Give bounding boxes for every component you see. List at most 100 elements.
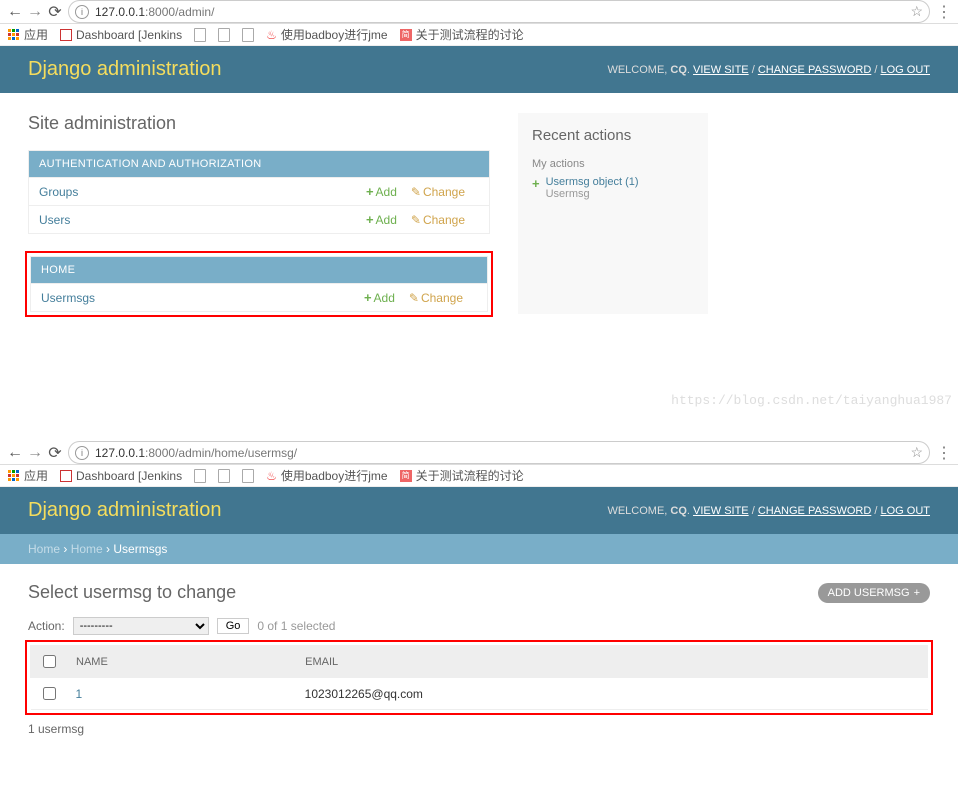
file-icon	[242, 28, 254, 42]
plus-icon: +	[914, 587, 920, 599]
row-checkbox[interactable]	[43, 687, 56, 700]
badboy-bookmark[interactable]: ♨使用badboy进行jme	[266, 467, 387, 484]
discuss-bookmark[interactable]: 简关于测试流程的讨论	[400, 26, 524, 43]
browser-menu-icon[interactable]: ⋮	[936, 2, 950, 22]
doc-icon: 简	[400, 29, 412, 41]
bookmarks-bar: 应用 Dashboard [Jenkins ♨使用badboy进行jme 简关于…	[0, 465, 958, 487]
logout-link[interactable]: LOG OUT	[880, 64, 930, 76]
dashboard-bookmark[interactable]: Dashboard [Jenkins	[60, 469, 182, 483]
col-name[interactable]: NAME	[68, 646, 297, 678]
url-host: 127.0.0.1	[95, 446, 145, 460]
changelist-table: NAME EMAIL 1 1023012265@qq.com	[30, 645, 928, 710]
page-title: Site administration	[28, 113, 490, 134]
reload-button[interactable]: ⟳	[48, 5, 62, 19]
action-select[interactable]: ---------	[73, 617, 209, 635]
url-path: :8000/admin/	[145, 5, 214, 19]
back-button[interactable]: ←	[8, 446, 22, 460]
site-title[interactable]: Django administration	[28, 499, 221, 522]
site-info-icon[interactable]: i	[75, 446, 89, 460]
bookmark-star-icon[interactable]: ☆	[910, 3, 923, 20]
plus-icon: +	[364, 290, 372, 305]
breadcrumb-current: Usermsgs	[113, 542, 167, 556]
file-bookmark-2[interactable]	[218, 28, 230, 42]
url-host: 127.0.0.1	[95, 5, 145, 19]
apps-bookmark[interactable]: 应用	[8, 26, 48, 43]
site-title[interactable]: Django administration	[28, 58, 221, 81]
watermark: https://blog.csdn.net/taiyanghua1987	[671, 393, 952, 408]
dashboard-bookmark[interactable]: Dashboard [Jenkins	[60, 28, 182, 42]
file-icon	[194, 469, 206, 483]
pencil-icon: ✎	[411, 185, 421, 199]
bookmarks-bar: 应用 Dashboard [Jenkins ♨使用badboy进行jme 简关于…	[0, 24, 958, 46]
file-icon	[218, 28, 230, 42]
apps-bookmark[interactable]: 应用	[8, 467, 48, 484]
home-module-header: HOME	[31, 257, 487, 283]
groups-link[interactable]: Groups	[39, 185, 366, 199]
address-bar[interactable]: i 127.0.0.1:8000/admin/home/usermsg/ ☆	[68, 441, 930, 464]
badboy-bookmark[interactable]: ♨使用badboy进行jme	[266, 26, 387, 43]
users-add-link[interactable]: +Add	[366, 212, 397, 227]
row-name-link[interactable]: 1	[76, 687, 83, 701]
logout-link[interactable]: LOG OUT	[880, 505, 930, 517]
file-bookmark-3[interactable]	[242, 28, 254, 42]
url-path: :8000/admin/home/usermsg/	[145, 446, 297, 460]
col-email[interactable]: EMAIL	[297, 646, 928, 678]
users-row: Users +Add ✎Change	[29, 205, 489, 233]
plus-icon: +	[366, 184, 374, 199]
usermsgs-row: Usermsgs +Add ✎Change	[31, 283, 487, 311]
forward-button[interactable]: →	[28, 446, 42, 460]
back-button[interactable]: ←	[8, 5, 22, 19]
username: CQ	[670, 64, 687, 76]
apps-icon	[8, 470, 20, 482]
groups-add-link[interactable]: +Add	[366, 184, 397, 199]
breadcrumb-home[interactable]: Home	[28, 542, 60, 556]
change-password-link[interactable]: CHANGE PASSWORD	[758, 64, 871, 76]
chart-icon	[60, 29, 72, 41]
fire-icon: ♨	[266, 28, 277, 42]
breadcrumb: Home › Home › Usermsgs	[0, 534, 958, 564]
add-usermsg-button[interactable]: ADD USERMSG +	[818, 583, 930, 603]
groups-change-link[interactable]: ✎Change	[411, 185, 465, 199]
recent-action-model: Usermsg	[546, 188, 639, 200]
file-icon	[242, 469, 254, 483]
user-tools: WELCOME, CQ. VIEW SITE / CHANGE PASSWORD…	[607, 505, 930, 517]
file-bookmark-1[interactable]	[194, 28, 206, 42]
users-change-link[interactable]: ✎Change	[411, 213, 465, 227]
file-bookmark-1[interactable]	[194, 469, 206, 483]
result-count: 1 usermsg	[0, 712, 958, 746]
site-info-icon[interactable]: i	[75, 5, 89, 19]
changelist-title: Select usermsg to change	[28, 582, 236, 603]
users-link[interactable]: Users	[39, 213, 366, 227]
plus-icon: +	[532, 176, 540, 191]
browser-toolbar: ← → ⟳ i 127.0.0.1:8000/admin/ ☆ ⋮	[0, 0, 958, 24]
recent-actions-module: Recent actions My actions + Usermsg obje…	[518, 113, 708, 314]
usermsgs-add-link[interactable]: +Add	[364, 290, 395, 305]
highlight-box: NAME EMAIL 1 1023012265@qq.com	[25, 640, 933, 715]
view-site-link[interactable]: VIEW SITE	[693, 505, 749, 517]
auth-module: AUTHENTICATION AND AUTHORIZATION Groups …	[28, 150, 490, 234]
view-site-link[interactable]: VIEW SITE	[693, 64, 749, 76]
recent-action-link[interactable]: Usermsg object (1)	[546, 176, 639, 188]
bookmark-star-icon[interactable]: ☆	[910, 444, 923, 461]
django-header: Django administration WELCOME, CQ. VIEW …	[0, 487, 958, 534]
file-bookmark-3[interactable]	[242, 469, 254, 483]
browser-menu-icon[interactable]: ⋮	[936, 443, 950, 463]
recent-actions-title: Recent actions	[532, 127, 694, 144]
user-tools: WELCOME, CQ. VIEW SITE / CHANGE PASSWORD…	[607, 64, 930, 76]
file-bookmark-2[interactable]	[218, 469, 230, 483]
table-row: 1 1023012265@qq.com	[31, 678, 928, 710]
usermsgs-change-link[interactable]: ✎Change	[409, 291, 463, 305]
chart-icon	[60, 470, 72, 482]
apps-icon	[8, 29, 20, 41]
reload-button[interactable]: ⟳	[48, 446, 62, 460]
usermsgs-link[interactable]: Usermsgs	[41, 291, 364, 305]
go-button[interactable]: Go	[217, 618, 250, 634]
pencil-icon: ✎	[409, 291, 419, 305]
recent-action-item[interactable]: + Usermsg object (1) Usermsg	[532, 176, 694, 200]
forward-button[interactable]: →	[28, 5, 42, 19]
select-all-checkbox[interactable]	[43, 655, 56, 668]
address-bar[interactable]: i 127.0.0.1:8000/admin/ ☆	[68, 0, 930, 23]
change-password-link[interactable]: CHANGE PASSWORD	[758, 505, 871, 517]
discuss-bookmark[interactable]: 简关于测试流程的讨论	[400, 467, 524, 484]
breadcrumb-home-app[interactable]: Home	[71, 542, 103, 556]
